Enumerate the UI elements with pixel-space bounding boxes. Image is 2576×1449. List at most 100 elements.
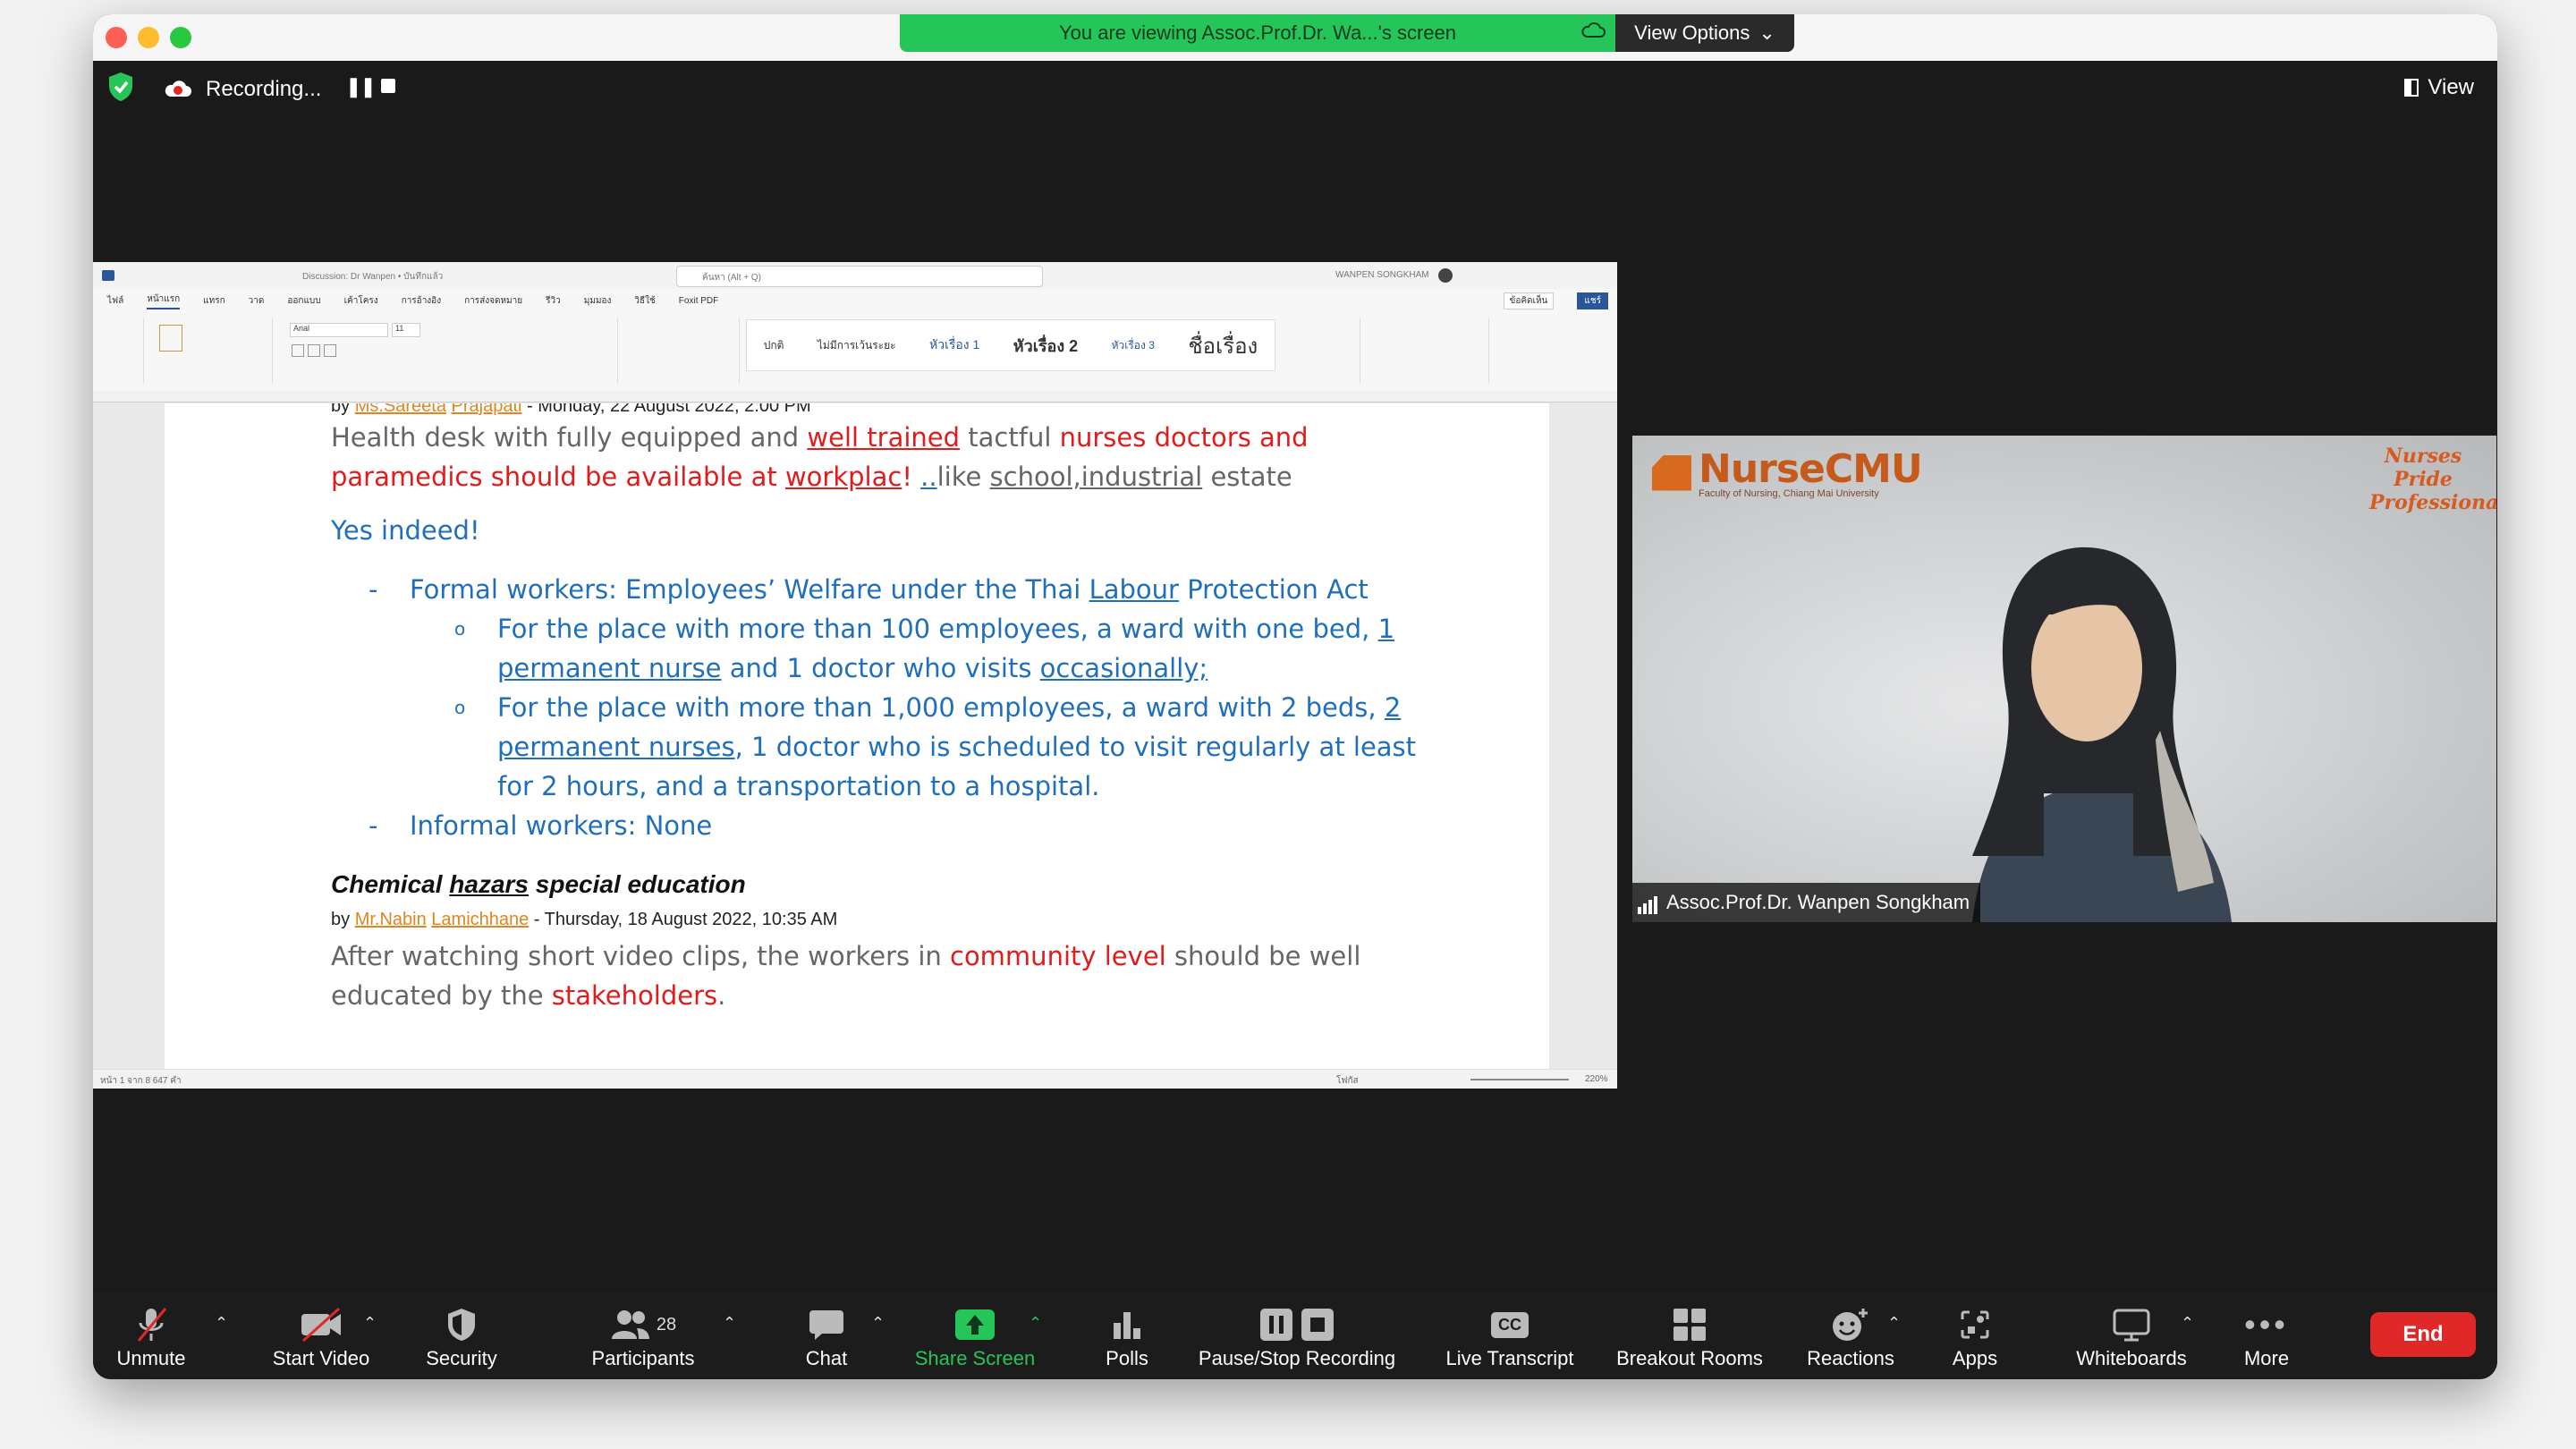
participants-options-caret[interactable]: ⌃	[723, 1314, 736, 1333]
chat-button[interactable]: Chat	[782, 1292, 871, 1379]
more-button[interactable]: ••• More	[2222, 1292, 2311, 1379]
apps-icon	[1961, 1310, 1989, 1339]
encryption-shield-icon[interactable]	[107, 72, 134, 102]
share-button[interactable]: แชร์	[1577, 292, 1608, 309]
zoom-slider[interactable]	[1470, 1079, 1569, 1080]
menu-tab-design[interactable]: ออกแบบ	[287, 294, 320, 308]
focus-button[interactable]: โฟกัส	[1336, 1074, 1359, 1088]
word-menu-tabs: ไฟล์ หน้าแรก แทรก วาด ออกแบบ เค้าโครง กา…	[93, 289, 1617, 312]
reactions-options-caret[interactable]: ⌃	[1887, 1314, 1901, 1333]
style-no-spacing[interactable]: ไม่มีการเว้นระยะ	[818, 337, 896, 354]
pause-recording-icon[interactable]: ❚❚	[345, 75, 377, 98]
minimize-window-button[interactable]	[138, 27, 159, 48]
unmute-label: Unmute	[116, 1347, 186, 1369]
participants-button[interactable]: 28 Participants	[576, 1292, 710, 1379]
pause-stop-recording-button[interactable]: Pause/Stop Recording	[1190, 1292, 1404, 1379]
polls-button[interactable]: Polls	[1082, 1292, 1172, 1379]
style-heading-3[interactable]: หัวเรื่อง 3	[1112, 337, 1155, 354]
breakout-rooms-label: Breakout Rooms	[1616, 1347, 1763, 1369]
style-heading-2[interactable]: หัวเรื่อง 2	[1013, 333, 1078, 359]
whiteboards-options-caret[interactable]: ⌃	[2181, 1314, 2194, 1333]
word-status-bar: หน้า 1 จาก 8 647 คำ โฟกัส 220%	[93, 1069, 1617, 1089]
user-avatar[interactable]	[1438, 268, 1453, 283]
menu-tab-file[interactable]: ไฟล์	[107, 294, 123, 308]
menu-tab-view[interactable]: มุมมอง	[584, 294, 612, 308]
share-options-caret[interactable]: ⌃	[1029, 1314, 1042, 1333]
menu-tab-references[interactable]: การอ้างอิง	[402, 294, 441, 308]
menu-tab-draw[interactable]: วาด	[249, 294, 265, 308]
menu-tab-review[interactable]: รีวิว	[546, 294, 561, 308]
undo-group	[100, 318, 144, 384]
close-window-button[interactable]	[106, 27, 127, 48]
participant-name: Assoc.Prof.Dr. Wanpen Songkham	[1666, 891, 1970, 913]
word-title-bar: Discussion: Dr Wanpen • บันทึกแล้ว ค้นหา…	[93, 262, 1617, 290]
author-link[interactable]: Prajapati	[452, 403, 522, 416]
participants-label: Participants	[591, 1347, 695, 1369]
paste-icon[interactable]	[159, 325, 182, 352]
participant-video[interactable]: NurseCMU Faculty of Nursing, Chiang Mai …	[1632, 436, 2496, 922]
chevron-down-icon: ⌄	[1758, 21, 1775, 44]
menu-tab-foxit[interactable]: Foxit PDF	[679, 296, 718, 306]
cloud-recording-icon	[165, 80, 191, 97]
bold-button[interactable]	[292, 344, 304, 357]
whiteboards-button[interactable]: Whiteboards	[2055, 1292, 2207, 1379]
view-layout-icon	[2404, 79, 2419, 97]
reactions-button[interactable]: Reactions	[1792, 1292, 1909, 1379]
sub-list-item: o For the place with more than 1,000 emp…	[454, 692, 1417, 801]
menu-tab-help[interactable]: วิธีใช้	[634, 294, 655, 308]
chat-options-caret[interactable]: ⌃	[871, 1314, 885, 1333]
font-size-select[interactable]: 11	[392, 323, 420, 337]
zoom-window: You are viewing Assoc.Prof.Dr. Wa...'s s…	[93, 14, 2497, 1379]
ruler	[93, 391, 1617, 402]
menu-tab-mailings[interactable]: การส่งจดหมาย	[464, 294, 522, 308]
style-title[interactable]: ชื่อเรื่อง	[1188, 328, 1258, 363]
document-title: Discussion: Dr Wanpen • บันทึกแล้ว	[302, 272, 444, 282]
author-link[interactable]: Mr.Nabin	[355, 910, 427, 929]
more-label: More	[2243, 1347, 2290, 1369]
style-heading-1[interactable]: หัวเรื่อง 1	[929, 335, 979, 355]
start-video-button[interactable]: Start Video	[254, 1292, 388, 1379]
styles-gallery: ปกติ ไม่มีการเว้นระยะ หัวเรื่อง 1 หัวเรื…	[746, 319, 1275, 371]
breakout-rooms-button[interactable]: Breakout Rooms	[1605, 1292, 1775, 1379]
zoom-level[interactable]: 220%	[1585, 1074, 1608, 1084]
live-transcript-button[interactable]: CC Live Transcript	[1429, 1292, 1590, 1379]
share-screen-button[interactable]: Share Screen	[903, 1292, 1046, 1379]
start-video-label: Start Video	[272, 1347, 370, 1369]
italic-button[interactable]	[308, 344, 320, 357]
menu-tab-insert[interactable]: แทรก	[203, 294, 225, 308]
breakout-rooms-icon	[1674, 1309, 1706, 1341]
view-options-button[interactable]: View Options ⌄	[1615, 14, 1794, 52]
comments-button[interactable]: ข้อคิดเห็น	[1503, 292, 1555, 309]
closed-caption-icon: CC	[1491, 1311, 1529, 1338]
apps-button[interactable]: Apps	[1930, 1292, 2020, 1379]
post-paragraph-2: After watching short video clips, the wo…	[331, 941, 1361, 1011]
style-normal[interactable]: ปกติ	[764, 337, 784, 354]
author-link[interactable]: Ms.Sareeta	[355, 403, 446, 416]
screen-share-banner: You are viewing Assoc.Prof.Dr. Wa...'s s…	[900, 14, 1794, 52]
share-screen-icon	[955, 1309, 995, 1340]
chat-label: Chat	[805, 1347, 848, 1369]
stop-recording-icon[interactable]	[381, 79, 395, 93]
pause-icon	[1260, 1309, 1292, 1341]
font-name-select[interactable]: Arial	[290, 323, 388, 337]
list-item: - Formal workers: Employees’ Welfare unde…	[369, 574, 1368, 605]
maximize-window-button[interactable]	[170, 27, 191, 48]
video-options-caret[interactable]: ⌃	[363, 1314, 377, 1333]
word-search-box[interactable]: ค้นหา (Alt + Q)	[676, 266, 1043, 287]
voice-group	[1363, 318, 1489, 384]
more-dots-icon: •••	[2244, 1306, 2289, 1343]
audio-options-caret[interactable]: ⌃	[215, 1314, 228, 1333]
menu-tab-home[interactable]: หน้าแรก	[147, 292, 181, 309]
chat-bubble-icon	[809, 1310, 843, 1340]
word-logo-icon	[102, 270, 114, 281]
word-search-placeholder: ค้นหา (Alt + Q)	[702, 273, 762, 283]
view-button[interactable]: View	[2404, 75, 2474, 100]
end-meeting-button[interactable]: End	[2370, 1312, 2476, 1357]
document-page[interactable]: by Ms.Sareeta Prajapati - Monday, 22 Aug…	[165, 403, 1549, 1072]
menu-tab-layout[interactable]: เค้าโครง	[344, 294, 378, 308]
recording-status: Recording...	[206, 77, 322, 101]
security-button[interactable]: Security	[408, 1292, 515, 1379]
author-link[interactable]: Lamichhane	[431, 910, 529, 929]
unmute-button[interactable]: Unmute	[111, 1292, 191, 1379]
underline-button[interactable]	[324, 344, 336, 357]
